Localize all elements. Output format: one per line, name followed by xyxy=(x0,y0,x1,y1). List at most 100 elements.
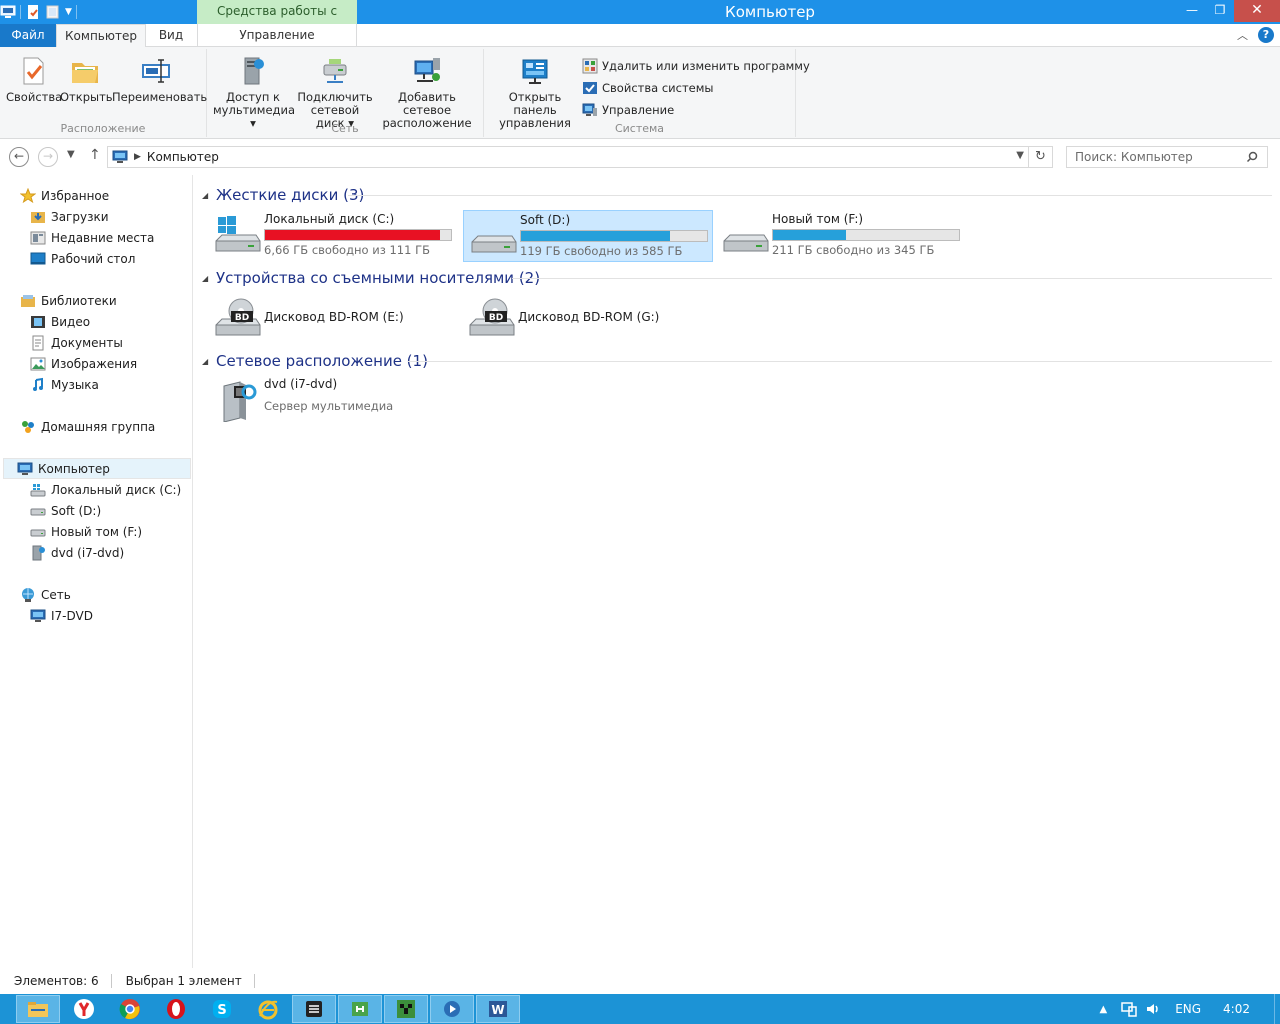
nav-label: Библиотеки xyxy=(41,293,117,308)
manage-button[interactable]: Управление xyxy=(582,99,810,121)
maximize-button[interactable]: ❐ xyxy=(1206,0,1234,22)
removable-tile-e[interactable]: BD Дисковод BD-ROM (E:) xyxy=(208,292,456,344)
taskbar-opera[interactable] xyxy=(154,995,198,1023)
nav-drive-f[interactable]: Новый том (F:) xyxy=(30,521,142,542)
recent-locations-dropdown[interactable]: ▼ xyxy=(67,149,75,160)
up-button[interactable]: ↑ xyxy=(89,147,101,163)
removable-tile-g[interactable]: BD Дисковод BD-ROM (G:) xyxy=(462,292,712,344)
minimize-button[interactable]: — xyxy=(1178,0,1206,22)
nav-desktop[interactable]: Рабочий стол xyxy=(30,248,135,269)
network-location-name: dvd (i7-dvd) xyxy=(264,377,338,391)
chevron-down-icon[interactable]: ▼ xyxy=(1016,150,1024,161)
network-status-icon[interactable] xyxy=(1121,1001,1137,1017)
tab-manage[interactable]: Управление xyxy=(197,24,357,47)
network-location-tile[interactable]: dvd (i7-dvd) Сервер мультимедиа xyxy=(208,375,456,427)
breadcrumb[interactable]: Компьютер xyxy=(147,150,219,164)
svg-text:S: S xyxy=(217,1003,226,1018)
tab-file[interactable]: Файл xyxy=(0,24,56,47)
drive-tile-c[interactable]: Локальный диск (C:) 6,66 ГБ свободно из … xyxy=(208,210,456,262)
nav-recent-places[interactable]: Недавние места xyxy=(30,227,154,248)
nav-drive-c[interactable]: Локальный диск (C:) xyxy=(30,479,181,500)
drive-free-space: 119 ГБ свободно из 585 ГБ xyxy=(520,244,683,258)
taskbar-internet-explorer[interactable] xyxy=(246,995,290,1023)
add-network-location-button[interactable]: Добавить сетевое расположение xyxy=(377,55,477,130)
group-header-removable[interactable]: ◢ Устройства со съемными носителями (2) xyxy=(202,267,540,289)
collapse-triangle-icon[interactable]: ◢ xyxy=(202,191,216,200)
rename-button[interactable]: Переименовать xyxy=(112,55,207,104)
nav-music[interactable]: Музыка xyxy=(30,374,99,395)
show-hidden-icons-icon[interactable]: ▲ xyxy=(1099,1004,1107,1015)
taskbar-word[interactable]: W xyxy=(476,995,520,1023)
taskbar-file-explorer[interactable] xyxy=(16,995,60,1023)
nav-documents[interactable]: Документы xyxy=(30,332,123,353)
volume-icon[interactable] xyxy=(1145,1001,1161,1017)
taskbar-skype[interactable]: S xyxy=(200,995,244,1023)
media-access-button[interactable]: Доступ к мультимедиа ▾ xyxy=(213,55,295,130)
collapse-triangle-icon[interactable]: ◢ xyxy=(202,274,216,283)
search-icon[interactable] xyxy=(1246,151,1258,163)
taskbar-notepad-app[interactable] xyxy=(292,995,336,1023)
drive-name: Soft (D:) xyxy=(520,213,571,227)
search-input[interactable] xyxy=(1066,146,1268,168)
drive-free-space: 6,66 ГБ свободно из 111 ГБ xyxy=(264,243,430,257)
new-folder-icon[interactable] xyxy=(45,4,61,20)
nav-homegroup[interactable]: Домашняя группа xyxy=(20,416,155,437)
drive-tile-d[interactable]: Soft (D:) 119 ГБ свободно из 585 ГБ xyxy=(463,210,713,262)
network-drive-icon xyxy=(323,59,347,83)
nav-downloads[interactable]: Загрузки xyxy=(30,206,109,227)
collapse-ribbon-icon[interactable]: ︿ xyxy=(1237,27,1248,43)
taskbar: S W ▲ ENG 4:02 xyxy=(0,994,1280,1024)
window-title: Компьютер xyxy=(725,3,815,21)
address-bar[interactable]: ▶ Компьютер ▼ xyxy=(107,146,1029,168)
breadcrumb-chevron-icon[interactable]: ▶ xyxy=(134,152,141,162)
taskbar-minecraft[interactable] xyxy=(384,995,428,1023)
uninstall-program-button[interactable]: Удалить или изменить программу xyxy=(582,55,810,77)
nav-network-i7dvd[interactable]: I7-DVD xyxy=(30,605,93,626)
properties-icon[interactable] xyxy=(25,4,41,20)
taskbar-remote-tool[interactable] xyxy=(338,995,382,1023)
nav-label: Недавние места xyxy=(51,230,155,245)
drive-tile-f[interactable]: Новый том (F:) 211 ГБ свободно из 345 ГБ xyxy=(716,210,966,262)
nav-computer[interactable]: Компьютер xyxy=(3,458,191,479)
group-header-hard-disks[interactable]: ◢ Жесткие диски (3) xyxy=(202,184,364,206)
help-icon[interactable]: ? xyxy=(1258,27,1274,43)
refresh-button[interactable]: ↻ xyxy=(1029,146,1053,168)
taskbar-media-app[interactable] xyxy=(430,995,474,1023)
nav-network[interactable]: Сеть xyxy=(20,584,71,605)
nav-label: Музыка xyxy=(51,377,99,392)
nav-video[interactable]: Видео xyxy=(30,311,90,332)
close-button[interactable]: ✕ xyxy=(1234,0,1280,22)
tab-view[interactable]: Вид xyxy=(146,24,196,47)
control-panel-label-1: Открыть панель xyxy=(508,90,562,117)
windows-drive-icon xyxy=(30,483,46,496)
tab-computer[interactable]: Компьютер xyxy=(56,24,146,48)
status-separator xyxy=(253,974,255,988)
nav-label: Документы xyxy=(51,335,123,350)
group-header-network[interactable]: ◢ Сетевое расположение (1) xyxy=(202,350,428,372)
clock[interactable]: 4:02 xyxy=(1223,1002,1250,1016)
media-server-icon xyxy=(244,57,264,85)
nav-pictures[interactable]: Изображения xyxy=(30,353,137,374)
taskbar-chrome[interactable] xyxy=(108,995,152,1023)
open-button[interactable]: Открыть xyxy=(60,55,113,104)
notepad-icon xyxy=(306,1001,322,1017)
computer-app-icon[interactable] xyxy=(0,4,16,20)
show-desktop-button[interactable] xyxy=(1274,994,1280,1024)
collapse-triangle-icon[interactable]: ◢ xyxy=(202,357,216,366)
nav-dvd-media[interactable]: dvd (i7-dvd) xyxy=(30,542,124,563)
nav-label: Soft (D:) xyxy=(51,503,102,518)
customize-toolbar-dropdown[interactable]: ▼ xyxy=(65,7,72,17)
internet-explorer-icon xyxy=(258,1000,278,1020)
map-network-drive-button[interactable]: Подключить сетевой диск ▾ xyxy=(295,55,375,130)
system-properties-button[interactable]: Свойства системы xyxy=(582,77,810,99)
language-indicator[interactable]: ENG xyxy=(1175,1002,1201,1016)
back-button[interactable]: ← xyxy=(9,147,29,167)
taskbar-yandex-browser[interactable] xyxy=(62,995,106,1023)
nav-favorites[interactable]: Избранное xyxy=(20,185,109,206)
nav-drive-d[interactable]: Soft (D:) xyxy=(30,500,101,521)
open-control-panel-button[interactable]: Открыть панель управления xyxy=(488,55,582,130)
nav-libraries[interactable]: Библиотеки xyxy=(20,290,117,311)
properties-button[interactable]: Свойства xyxy=(6,55,62,104)
navigation-bar: ← → ▼ ↑ ▶ Компьютер ▼ ↻ xyxy=(0,139,1280,175)
forward-button[interactable]: → xyxy=(38,147,58,167)
